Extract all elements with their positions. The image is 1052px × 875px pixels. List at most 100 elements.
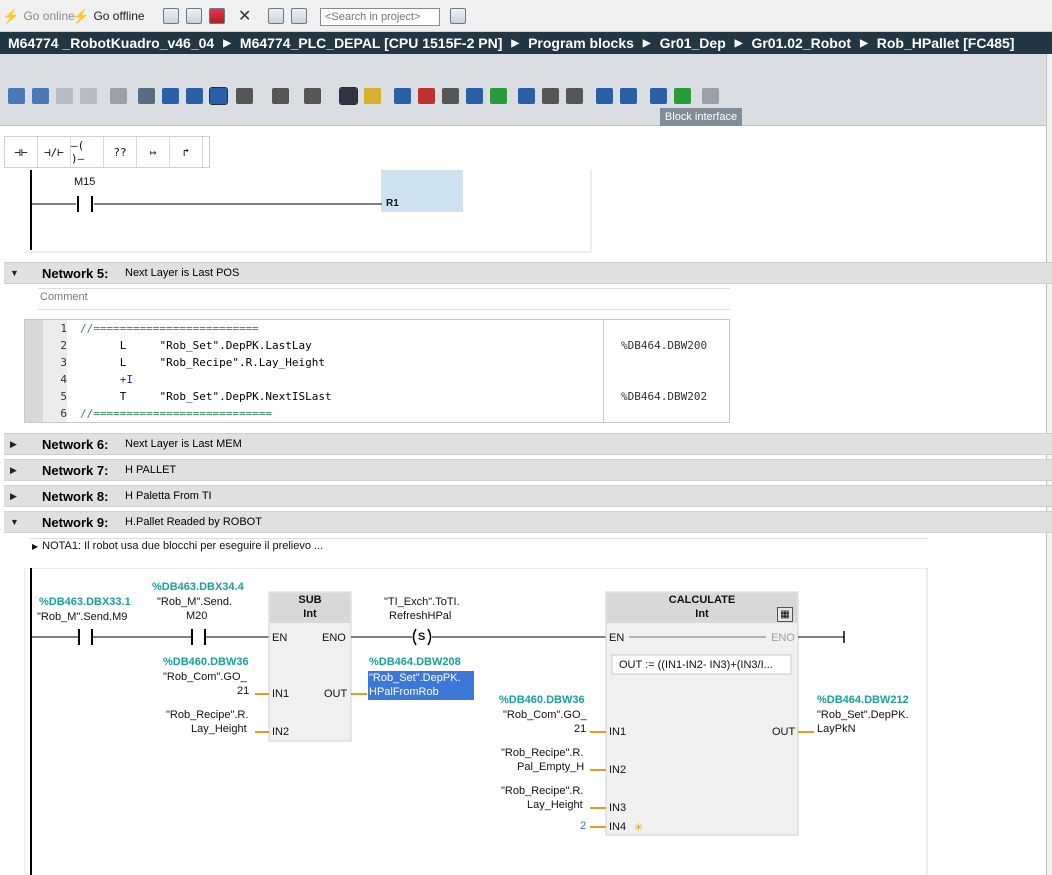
code-text[interactable]: L "Rob_Recipe".R.Lay_Height [80,354,325,371]
network-comments-icon[interactable] [209,87,228,105]
network-5-comment[interactable]: Comment [38,288,730,310]
absolute-operands-icon[interactable] [186,88,203,104]
calculate-box[interactable] [605,591,799,836]
uncomment-icon[interactable] [620,88,637,104]
expand-arrow-icon[interactable]: ▶ [10,491,17,502]
coil-button[interactable]: –( )– [71,137,104,167]
block-interface-bar[interactable]: Block interface [0,108,1052,126]
expand-arrow-icon[interactable]: ▶ [10,465,17,476]
breadcrumb-program-blocks[interactable]: Program blocks [528,35,634,51]
call-environment-icon[interactable] [650,88,667,104]
network-5-header[interactable]: ▼ Network 5: Next Layer is Last POS [4,262,1052,284]
calc-out-operand-cont[interactable]: LayPkN [817,723,856,735]
breadcrumb-project[interactable]: M64774 _RobotKuadro_v46_04 [8,35,214,51]
code-text[interactable]: +I [80,371,133,388]
calculate-type[interactable]: Int [606,608,798,620]
go-offline-button[interactable]: ⚡ Go offline [72,6,145,26]
calc-in2-operand[interactable]: "Rob_Recipe".R. [501,747,583,759]
sub-type[interactable]: Int [269,608,351,620]
collapse-arrow-icon[interactable]: ▼ [10,268,19,278]
sub-out-operand-cont[interactable]: HPalFromRob [369,686,439,698]
accessible-devices-icon[interactable] [163,8,179,24]
network-description[interactable]: Next Layer is Last MEM [125,438,242,450]
code-line[interactable]: 5 T "Rob_Set".DepPK.NextISLast %DB464.DBW… [25,388,731,405]
monitoring-on-off-icon[interactable] [674,88,691,104]
sub-out-operand[interactable]: "Rob_Set".DepPK. [369,672,461,684]
sub-in1-operand[interactable]: "Rob_Com".GO_ [163,671,247,683]
stop-cpu-icon[interactable] [209,8,225,24]
expand-arrow-icon[interactable]: ▶ [10,439,17,450]
start-simulation-icon[interactable] [186,8,202,24]
breadcrumb-group[interactable]: Gr01_Dep [660,35,726,51]
contact-2-operand[interactable]: "Rob_M".Send. [157,596,232,608]
calc-in4-value[interactable]: 2 [580,820,586,832]
split-vertical-icon[interactable] [291,8,307,24]
empty-box-button[interactable]: ?? [104,137,137,167]
network-description[interactable]: H Paletta From TI [125,490,212,502]
compare-icon[interactable] [490,88,507,104]
nc-contact-button[interactable]: ⊣/⊢ [38,137,71,167]
coil-operand-cont[interactable]: RefreshHPal [389,610,451,622]
cross-reference-icon[interactable]: ✕ [238,6,251,26]
breadcrumb-plc[interactable]: M64774_PLC_DEPAL [CPU 1515F-2 PN] [240,35,502,51]
insert-row-icon[interactable] [56,88,73,104]
contact-2-operand-cont[interactable]: M20 [186,610,207,622]
search-project-icon[interactable] [450,8,466,24]
indent-icon[interactable] [518,88,535,104]
code-line[interactable]: 1 //========================= [25,320,731,337]
search-input[interactable] [320,8,440,26]
code-text[interactable]: //========================= [80,320,259,337]
calc-out-operand[interactable]: "Rob_Set".DepPK. [817,709,909,721]
network-9-comment[interactable]: ▶ NOTA1: Il robot usa due blocchi per ese… [32,540,323,552]
go-to-previous-error-icon[interactable] [394,88,411,104]
code-text[interactable]: //=========================== [80,405,272,422]
update-calls-icon[interactable] [442,88,459,104]
reset-start-values-icon[interactable] [110,88,127,104]
block-interface-label[interactable]: Block interface [660,108,742,126]
set-coil-symbol[interactable]: S [418,631,425,643]
sub-in2-operand-cont[interactable]: Lay_Height [191,723,247,735]
open-all-networks-icon[interactable] [138,88,155,104]
expand-comment-icon[interactable]: ▶ [32,542,38,551]
outdent-icon[interactable] [542,88,559,104]
network-8-header[interactable]: ▶ Network 8: H Paletta From TI [4,485,1052,507]
empty-box-icon[interactable] [272,88,289,104]
network-description[interactable]: Next Layer is Last POS [125,267,239,279]
code-line[interactable]: 3 L "Rob_Recipe".R.Lay_Height [25,354,731,371]
network-description[interactable]: H.Pallet Readed by ROBOT [125,516,262,528]
split-horizontal-icon[interactable] [268,8,284,24]
calc-in3-operand[interactable]: "Rob_Recipe".R. [501,785,583,797]
go-online-button[interactable]: ⚡ Go online [2,6,75,26]
network-6-header[interactable]: ▶ Network 6: Next Layer is Last MEM [4,433,1052,455]
delete-network-icon[interactable] [32,88,49,104]
sub-in2-operand[interactable]: "Rob_Recipe".R. [166,709,248,721]
highlight-icon[interactable] [364,88,381,104]
code-text[interactable]: L "Rob_Set".DepPK.LastLay [80,337,312,354]
contact-1-operand[interactable]: "Rob_M".Send.M9 [37,611,127,623]
coil-operand[interactable]: "TI_Exch".ToTI. [384,596,460,608]
breadcrumb-block[interactable]: Rob_HPallet [FC485] [877,35,1015,51]
no-contact-button[interactable]: ⊣⊢ [5,137,38,167]
open-branch-icon[interactable] [304,88,321,104]
calc-in1-operand-cont[interactable]: 21 [574,723,586,735]
add-input-icon[interactable]: ✳ [634,821,643,834]
snapshot-icon[interactable] [702,88,719,104]
code-line[interactable]: 4 +I [25,371,731,388]
calculator-icon[interactable]: ▦ [777,607,793,622]
open-branch-button[interactable]: ↦ [137,137,170,167]
code-line[interactable]: 6 //=========================== [25,405,731,422]
close-branch-icon[interactable] [339,87,358,105]
network-description[interactable]: H PALLET [125,464,176,476]
calc-in3-operand-cont[interactable]: Lay_Height [527,799,583,811]
close-all-networks-icon[interactable] [162,88,179,104]
tree-icon[interactable] [566,88,583,104]
append-row-icon[interactable] [80,88,97,104]
go-to-next-error-icon[interactable] [418,88,435,104]
insert-network-icon[interactable] [8,88,25,104]
stl-code-editor[interactable]: 1 //========================= 2 L "Rob_Se… [24,319,730,423]
favorites-icon[interactable] [236,88,253,104]
comment-out-icon[interactable] [596,88,613,104]
calc-in1-operand[interactable]: "Rob_Com".GO_ [503,709,587,721]
close-branch-button[interactable]: ↱ [170,137,203,167]
collapse-arrow-icon[interactable]: ▼ [10,517,19,527]
